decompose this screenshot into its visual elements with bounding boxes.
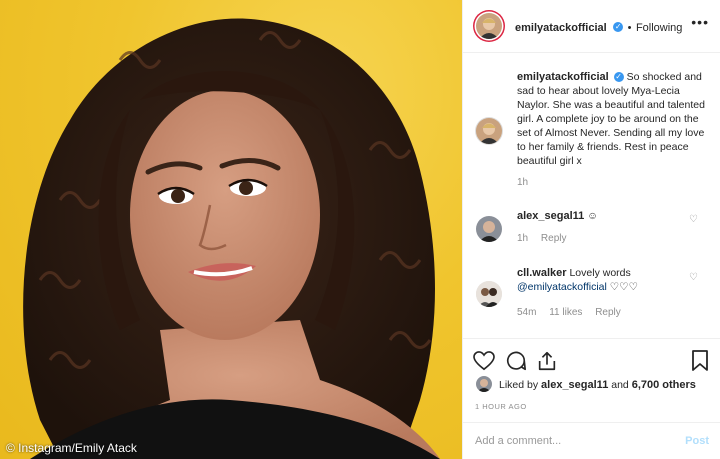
reply-button[interactable]: Reply bbox=[541, 233, 567, 244]
photo-credit: © Instagram/Emily Atack bbox=[6, 441, 137, 455]
post-comment-button[interactable]: Post bbox=[685, 435, 709, 447]
author-username[interactable]: emilyatackofficial bbox=[515, 22, 607, 34]
comment-item: alex_segal11 ☺ 1h Reply bbox=[517, 210, 598, 244]
bookmark-icon[interactable] bbox=[691, 350, 709, 372]
liked-by-avatar[interactable] bbox=[476, 376, 492, 392]
comment-mention-link[interactable]: @emilyatackofficial bbox=[517, 281, 607, 293]
caption-avatar[interactable] bbox=[476, 118, 502, 144]
like-heart-icon[interactable] bbox=[473, 351, 495, 371]
comment-text: ☺ bbox=[587, 210, 598, 222]
like-comment-icon[interactable]: ♡ bbox=[689, 272, 698, 283]
heart-emoji-text: ♡♡♡ bbox=[609, 281, 639, 293]
post-sidebar: emilyatackofficial ✓ • Following ••• emi… bbox=[462, 0, 720, 459]
avatar-image bbox=[479, 221, 499, 242]
caption-username[interactable]: emilyatackofficial bbox=[517, 71, 609, 83]
comment-likes[interactable]: 11 likes bbox=[549, 307, 582, 318]
comment-input[interactable]: Add a comment... bbox=[475, 435, 561, 447]
caption-text: So shocked and sad to hear about lovely … bbox=[517, 71, 705, 167]
comment-time: 54m bbox=[517, 307, 537, 318]
share-icon[interactable] bbox=[536, 350, 558, 372]
post-timestamp: 1 HOUR AGO bbox=[475, 402, 527, 411]
author-avatar[interactable] bbox=[476, 13, 502, 39]
following-button[interactable]: Following bbox=[636, 22, 682, 34]
liked-by-text: Liked by alex_segal11 and 6,700 others bbox=[499, 379, 696, 391]
comment-text: Lovely words bbox=[569, 267, 631, 279]
liked-by-and: and bbox=[611, 379, 629, 391]
separator-dot: • bbox=[627, 22, 632, 34]
comment-item: cll.walker Lovely words @emilyatackoffic… bbox=[517, 266, 697, 320]
comment-avatar[interactable] bbox=[476, 281, 502, 307]
comment-username[interactable]: cll.walker bbox=[517, 267, 567, 279]
comment-bubble-icon[interactable] bbox=[505, 350, 527, 372]
avatar-image bbox=[479, 123, 499, 144]
comment-time: 1h bbox=[517, 233, 529, 244]
liked-by-label: Liked by bbox=[499, 379, 539, 391]
comment-box: Add a comment... Post bbox=[463, 422, 720, 459]
more-options-icon[interactable]: ••• bbox=[691, 14, 709, 30]
portrait-illustration bbox=[23, 18, 440, 459]
reply-button[interactable]: Reply bbox=[595, 307, 621, 318]
comment-avatar[interactable] bbox=[476, 216, 502, 242]
post-photo: © Instagram/Emily Atack bbox=[0, 0, 462, 459]
instagram-post: © Instagram/Emily Atack emilyatackoffici… bbox=[0, 0, 720, 459]
avatar-image bbox=[479, 18, 499, 39]
avatar-image bbox=[477, 379, 491, 392]
avatar-image bbox=[476, 281, 502, 307]
comment-username[interactable]: alex_segal11 bbox=[517, 210, 584, 222]
header-title: emilyatackofficial ✓ • Following bbox=[515, 18, 682, 36]
post-caption: emilyatackofficial ✓ So shocked and sad … bbox=[517, 70, 711, 190]
likes-count[interactable]: 6,700 others bbox=[632, 379, 696, 391]
caption-time: 1h bbox=[517, 177, 529, 188]
verified-badge-icon: ✓ bbox=[613, 21, 624, 32]
verified-badge-icon: ✓ bbox=[613, 72, 624, 83]
post-header: emilyatackofficial ✓ • Following ••• bbox=[463, 0, 720, 53]
like-comment-icon[interactable]: ♡ bbox=[689, 214, 698, 225]
action-bar bbox=[463, 338, 720, 383]
liked-by-user[interactable]: alex_segal11 bbox=[541, 379, 608, 391]
